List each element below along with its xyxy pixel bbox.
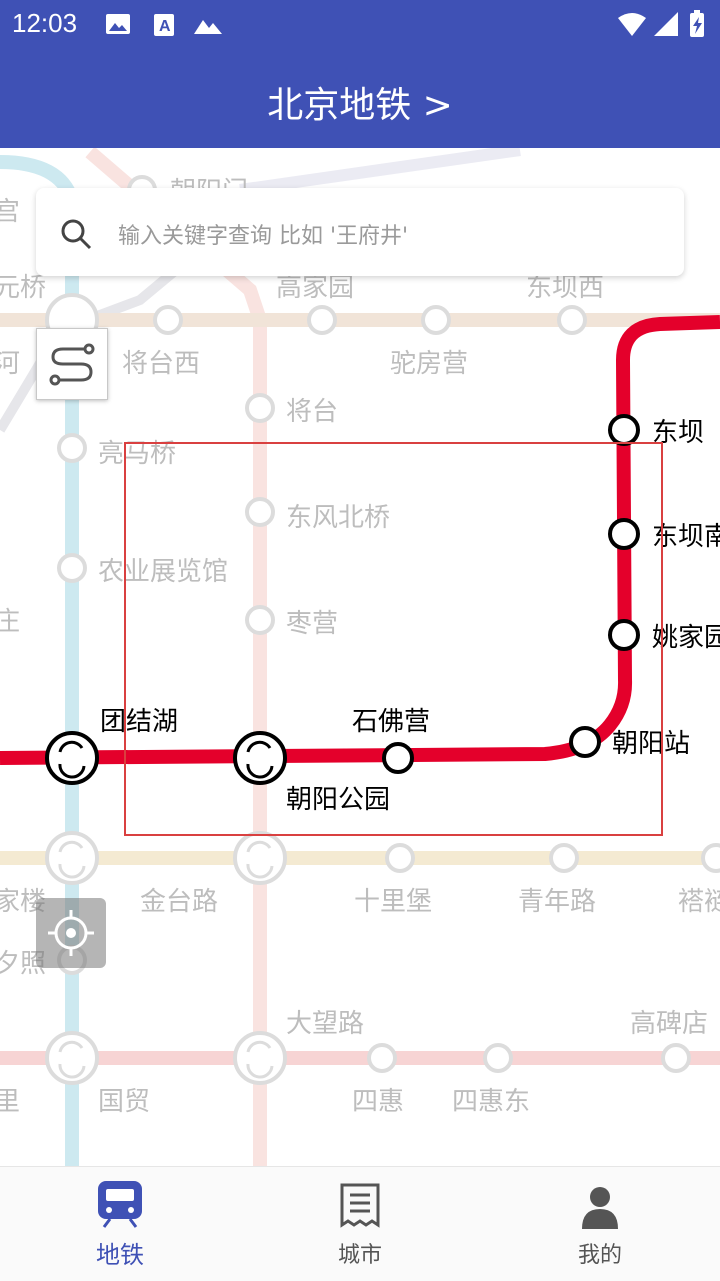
station-dot[interactable] (245, 393, 275, 423)
station-label[interactable]: 青年路 (518, 887, 596, 917)
transfer-station[interactable] (233, 1031, 287, 1085)
station-dot[interactable] (245, 605, 275, 635)
transfer-station[interactable] (233, 831, 287, 885)
station-label[interactable]: 农业展览馆 (98, 557, 228, 587)
subway-map-canvas[interactable]: 朝阳门 宫 元桥 高家园 东坝西 将台西 驼房营 河 将台 亮马桥 东风北桥 农… (0, 148, 720, 1166)
notification-icons: A (106, 14, 222, 36)
station-label[interactable]: 里 (0, 1087, 20, 1117)
station-dot[interactable] (569, 726, 601, 758)
station-label[interactable]: 将台西 (122, 349, 200, 379)
subway-icon (98, 1181, 142, 1228)
station-label[interactable]: 朝阳站 (612, 729, 690, 759)
search-input[interactable]: 输入关键字查询 比如 '王府井' (118, 218, 408, 250)
route-icon (49, 343, 95, 386)
system-icons (618, 10, 704, 37)
station-dot[interactable] (608, 414, 640, 446)
tab-label: 我的 (577, 1243, 622, 1268)
station-label[interactable]: 宫 (0, 197, 20, 227)
image-notification-icon (106, 14, 130, 34)
station-dot[interactable] (307, 305, 337, 335)
station-label[interactable]: 东坝西 (526, 273, 604, 303)
station-dot[interactable] (367, 1043, 397, 1073)
tab-label: 城市 (337, 1243, 382, 1268)
station-dot[interactable] (245, 497, 275, 527)
station-dot[interactable] (483, 1043, 513, 1073)
station-label[interactable]: 朝阳公园 (286, 785, 390, 815)
station-label[interactable]: 国贸 (98, 1087, 150, 1117)
tab-label: 地铁 (96, 1241, 144, 1269)
station-dot[interactable] (57, 553, 87, 583)
station-dot[interactable] (549, 843, 579, 873)
station-label[interactable]: 河 (0, 349, 20, 379)
station-label[interactable]: 四惠东 (452, 1087, 530, 1117)
route-button[interactable] (36, 328, 108, 400)
station-dot[interactable] (421, 305, 451, 335)
profile-icon (582, 1187, 618, 1229)
station-label[interactable]: 石佛营 (352, 707, 430, 737)
selection-box (124, 442, 663, 836)
line-top-faded (239, 148, 521, 196)
station-label[interactable]: 枣营 (286, 609, 338, 639)
station-dot[interactable] (153, 305, 183, 335)
station-label[interactable]: 褡裢 (678, 887, 720, 917)
station-dot[interactable] (385, 843, 415, 873)
tab-city[interactable]: 城市 (240, 1167, 480, 1281)
station-label[interactable]: 元桥 (0, 273, 46, 303)
svg-text:A: A (159, 18, 171, 35)
transfer-station[interactable] (45, 731, 99, 785)
station-label[interactable]: 团结湖 (100, 707, 178, 737)
station-label[interactable]: 十里堡 (354, 887, 432, 917)
station-dot[interactable] (661, 1043, 691, 1073)
station-label[interactable]: 庄 (0, 607, 20, 637)
status-time: 12:03 (12, 8, 78, 38)
station-dot[interactable] (382, 742, 414, 774)
station-label[interactable]: 金台路 (140, 887, 218, 917)
station-dot[interactable] (608, 518, 640, 550)
search-box[interactable]: 输入关键字查询 比如 '王府井' (36, 188, 684, 276)
station-label[interactable]: 高家园 (276, 273, 354, 303)
station-label[interactable]: 东风北桥 (286, 503, 390, 533)
station-dot[interactable] (608, 619, 640, 651)
bottom-navigation: 地铁 城市 我的 (0, 1166, 720, 1281)
cell-signal-icon (654, 12, 678, 36)
station-label[interactable]: 驼房营 (390, 349, 468, 379)
city-list-icon (340, 1183, 380, 1228)
tab-mine[interactable]: 我的 (480, 1167, 720, 1281)
transfer-station[interactable] (45, 831, 99, 885)
tab-subway[interactable]: 地铁 (0, 1167, 240, 1281)
station-label[interactable]: 四惠 (352, 1087, 404, 1117)
text-notification-icon: A (154, 14, 174, 36)
wifi-icon (618, 13, 646, 36)
station-label[interactable]: 将台 (286, 397, 338, 427)
station-label[interactable]: 高碑店 (630, 1009, 708, 1039)
station-dot[interactable] (57, 433, 87, 463)
station-label[interactable]: 大望路 (286, 1009, 364, 1039)
station-dot[interactable] (701, 843, 720, 873)
transfer-station[interactable] (45, 1031, 99, 1085)
search-icon (61, 219, 92, 250)
mountain-notification-icon (194, 20, 222, 34)
subway-map[interactable]: 朝阳门 宫 元桥 高家园 东坝西 将台西 驼房营 河 将台 亮马桥 东风北桥 农… (0, 148, 720, 1166)
locate-icon (48, 910, 94, 956)
app-bar: 北京地铁 > (0, 48, 720, 148)
station-dot[interactable] (557, 305, 587, 335)
status-bar: 12:03 A (0, 0, 720, 48)
city-title-button[interactable]: 北京地铁 > (0, 76, 720, 128)
locate-button[interactable] (36, 898, 106, 968)
battery-icon (690, 10, 704, 37)
transfer-station[interactable] (233, 731, 287, 785)
